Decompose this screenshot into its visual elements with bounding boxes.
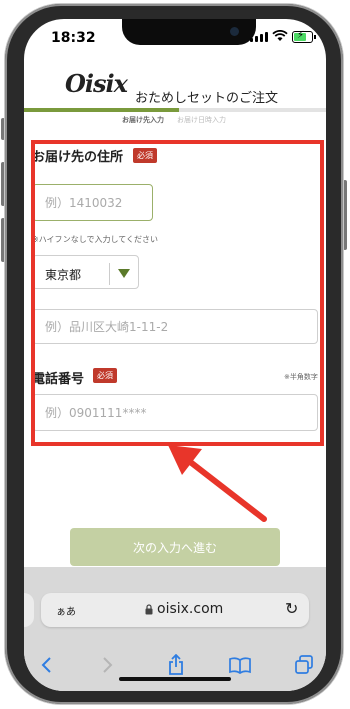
- forward-icon[interactable]: [96, 653, 120, 677]
- progress-step-address: お届け先入力: [122, 116, 164, 124]
- home-indicator[interactable]: [119, 677, 231, 681]
- next-step-button[interactable]: 次の入力へ進む: [70, 528, 280, 566]
- url-text: oisix.com: [157, 601, 224, 617]
- browser-bottom-bar: ぁあ oisix.com ↻: [24, 567, 326, 691]
- previous-tab-edge[interactable]: [24, 593, 34, 627]
- battery-icon: ⚡: [292, 30, 316, 43]
- address-bar[interactable]: ぁあ oisix.com ↻: [41, 593, 309, 627]
- pointer-arrow-icon: [168, 445, 267, 522]
- front-camera-icon: [230, 27, 239, 36]
- cellular-signal-icon: [250, 32, 268, 42]
- highlight-box: [31, 140, 324, 446]
- device-frame: 18:32 ⚡ Oisix おためしセットのご注文 お届け先入力 お届け日時入力…: [0, 0, 350, 709]
- share-icon[interactable]: [164, 653, 188, 677]
- progress-step-delivery-date: お届け日時入力: [177, 116, 226, 124]
- progress-bar: お届け先入力 お届け日時入力: [24, 108, 326, 128]
- status-time: 18:32: [51, 30, 96, 46]
- text-size-button[interactable]: ぁあ: [56, 603, 76, 618]
- bookmarks-icon[interactable]: [228, 653, 252, 677]
- wifi-icon: [272, 30, 288, 41]
- tabs-icon[interactable]: [292, 653, 316, 677]
- progress-fill: [24, 108, 179, 112]
- lock-icon: [145, 604, 153, 615]
- oisix-logo[interactable]: Oisix: [65, 69, 128, 98]
- power-button: [343, 180, 347, 250]
- notch: [122, 19, 256, 45]
- phone-screen: 18:32 ⚡ Oisix おためしセットのご注文 お届け先入力 お届け日時入力…: [24, 19, 326, 691]
- page-title: おためしセットのご注文: [135, 91, 279, 106]
- status-bar: 18:32 ⚡: [24, 19, 326, 59]
- reload-icon[interactable]: ↻: [285, 599, 298, 618]
- back-icon[interactable]: [34, 653, 58, 677]
